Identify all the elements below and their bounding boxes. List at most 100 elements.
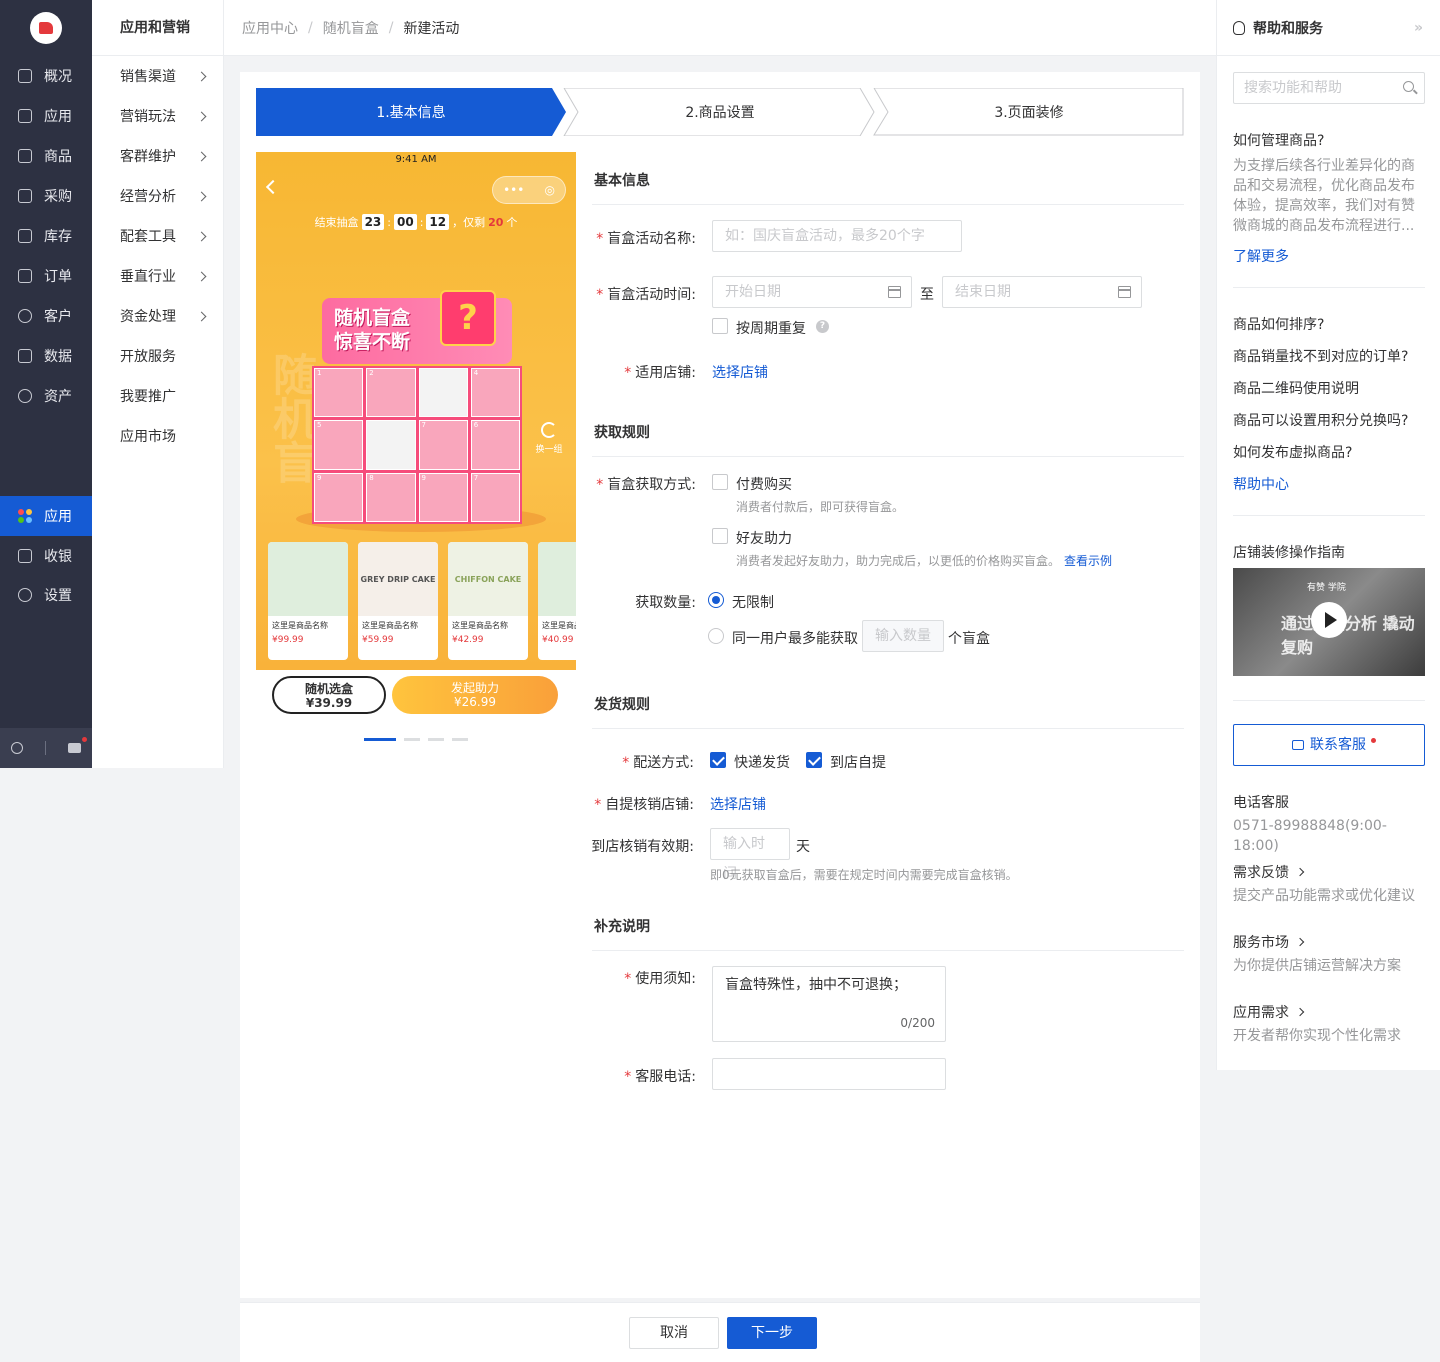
nav-item-data[interactable]: 数据 [0, 336, 92, 376]
collapse-icon[interactable]: » [1414, 20, 1423, 36]
service-phone-input[interactable] [712, 1058, 946, 1090]
page-dot[interactable] [452, 738, 468, 741]
video-caption: 通过数据分析 撬动复购 [1281, 614, 1415, 657]
nav-item-inventory[interactable]: 库存 [0, 216, 92, 256]
search-icon [1403, 81, 1414, 92]
validity-input[interactable]: 输入时间 [710, 828, 790, 882]
product-image [538, 542, 576, 616]
countdown-minutes: 00 [393, 214, 417, 230]
nav-item-orders[interactable]: 订单 [0, 256, 92, 296]
express-label: 快递发货 [734, 755, 790, 771]
brand-logo[interactable] [30, 12, 62, 44]
app-request-desc: 开发者帮你实现个性化需求 [1233, 1028, 1401, 1044]
help-center-link[interactable]: 帮助中心 [1233, 474, 1425, 494]
feedback-desc: 提交产品功能需求或优化建议 [1233, 888, 1415, 904]
cancel-button[interactable]: 取消 [629, 1317, 719, 1349]
sub-nav-vertical[interactable]: 垂直行业 [92, 256, 223, 296]
sub-nav-funds[interactable]: 资金处理 [92, 296, 223, 336]
repeat-label: 按周期重复 [736, 321, 806, 337]
button-label: 发起助力 [450, 681, 499, 695]
express-checkbox[interactable] [710, 752, 726, 768]
app-request-link[interactable]: 应用需求 [1233, 1002, 1425, 1022]
help-article-title[interactable]: 如何管理商品? [1233, 130, 1425, 150]
activity-name-input[interactable]: 如：国庆盲盒活动，最多20个字 [712, 220, 962, 252]
sub-nav-open-service[interactable]: 开放服务 [92, 336, 223, 376]
box-cell: 2 [366, 368, 416, 418]
preview-pagination[interactable] [364, 738, 468, 741]
guide-video[interactable]: 有赞 学院 通过数据分析 撬动复购 [1233, 568, 1425, 676]
faq-item[interactable]: 商品如何排序? [1233, 314, 1425, 334]
step-goods-settings[interactable]: 2.商品设置 [564, 88, 876, 136]
faq-item[interactable]: 如何发布虚拟商品? [1233, 442, 1425, 462]
select-pickup-shop-link[interactable]: 选择店铺 [710, 794, 766, 814]
paid-purchase-hint: 消费者付款后，即可获得盲盒。 [736, 500, 905, 514]
page-dot[interactable] [404, 738, 420, 741]
unlimited-radio[interactable] [708, 592, 724, 608]
sub-nav-app-market[interactable]: 应用市场 [92, 416, 223, 456]
thumb-icon [39, 22, 53, 34]
faq-item[interactable]: 商品二维码使用说明 [1233, 378, 1425, 398]
nav-item-goods[interactable]: 商品 [0, 136, 92, 176]
store-icon [18, 109, 32, 123]
tag-icon [18, 149, 32, 163]
next-step-button[interactable]: 下一步 [727, 1317, 817, 1349]
repeat-checkbox[interactable] [712, 318, 728, 334]
section-title-shipping: 发货规则 [594, 697, 650, 713]
sub-nav-tools[interactable]: 配套工具 [92, 216, 223, 256]
product-card: CHIFFON CAKE 这里是商品名称 ¥42.99 [448, 542, 528, 660]
nav-item-overview[interactable]: 概况 [0, 56, 92, 96]
step-basic-info[interactable]: 1.基本信息 [256, 88, 566, 136]
pickup-checkbox[interactable] [806, 752, 822, 768]
step-page-decoration[interactable]: 3.页面装修 [874, 88, 1184, 136]
nav-item-assets[interactable]: 资产 [0, 376, 92, 416]
friend-assist-checkbox[interactable] [712, 528, 728, 544]
start-date-input[interactable]: 开始日期 [712, 276, 912, 308]
product-name: 这里是商品名称 [272, 621, 328, 630]
message-icon[interactable] [68, 737, 87, 753]
sub-nav-marketing[interactable]: 营销玩法 [92, 96, 223, 136]
paid-purchase-checkbox[interactable] [712, 474, 728, 490]
validity-unit: 天 [796, 839, 810, 855]
divider [1233, 700, 1425, 701]
play-icon[interactable] [1311, 602, 1347, 638]
faq-item[interactable]: 商品销量找不到对应的订单? [1233, 346, 1425, 366]
search-icon[interactable] [11, 742, 23, 754]
nav-item-settings[interactable]: 设置 [0, 575, 92, 615]
banner-title-line1: 随机盲盒 [334, 307, 411, 329]
sub-nav-sales-channel[interactable]: 销售渠道 [92, 56, 223, 96]
end-date-input[interactable]: 结束日期 [942, 276, 1142, 308]
product-name: 这里是商品名称 [542, 621, 576, 630]
nav-item-customers[interactable]: 客户 [0, 296, 92, 336]
faq-item[interactable]: 商品可以设置用积分兑换吗? [1233, 410, 1425, 430]
nav-item-purchase[interactable]: 采购 [0, 176, 92, 216]
learn-more-link[interactable]: 了解更多 [1233, 246, 1425, 266]
nav-item-apps[interactable]: 应用 [0, 96, 92, 136]
nav-item-cashier[interactable]: 收银 [0, 536, 92, 576]
breadcrumb-item-blind-box[interactable]: 随机盲盒 [323, 18, 379, 38]
view-example-link[interactable]: 查看示例 [1064, 552, 1112, 569]
limited-radio[interactable] [708, 628, 724, 644]
page-dot[interactable] [428, 738, 444, 741]
mini-program-capsule: ••• ◎ [492, 176, 566, 204]
step-indicator: 1.基本信息 2.商品设置 3.页面装修 [256, 88, 1184, 136]
limit-quantity-input[interactable]: 输入数量 [862, 620, 944, 652]
contact-service-button[interactable]: 联系客服 [1233, 724, 1425, 766]
nav-item-app-active[interactable]: 应用 [0, 496, 92, 536]
service-market-link[interactable]: 服务市场 [1233, 932, 1425, 952]
sub-nav-customer-group[interactable]: 客群维护 [92, 136, 223, 176]
sidebar-bottom-bar [0, 728, 92, 768]
help-search-input[interactable]: 搜索功能和帮助 [1233, 72, 1425, 104]
sub-nav-analysis[interactable]: 经营分析 [92, 176, 223, 216]
feedback-link[interactable]: 需求反馈 [1233, 862, 1425, 882]
help-question-icon[interactable]: ? [816, 320, 829, 333]
usage-notice-textarea[interactable]: 盲盒特殊性，抽中不可退换； 0/200 [712, 966, 946, 1042]
section-title-rules: 获取规则 [594, 425, 650, 441]
countdown: 结束抽盒 23: 00: 12 ，仅剩 20 个 [314, 214, 518, 230]
breadcrumb-item-app-center[interactable]: 应用中心 [242, 18, 298, 38]
countdown-label: 结束抽盒 [314, 216, 359, 229]
select-shop-link[interactable]: 选择店铺 [712, 362, 768, 382]
page-dot-active[interactable] [364, 738, 396, 741]
unlimited-label: 无限制 [732, 595, 774, 611]
sub-nav-promote[interactable]: 我要推广 [92, 376, 223, 416]
divider [592, 728, 1184, 729]
